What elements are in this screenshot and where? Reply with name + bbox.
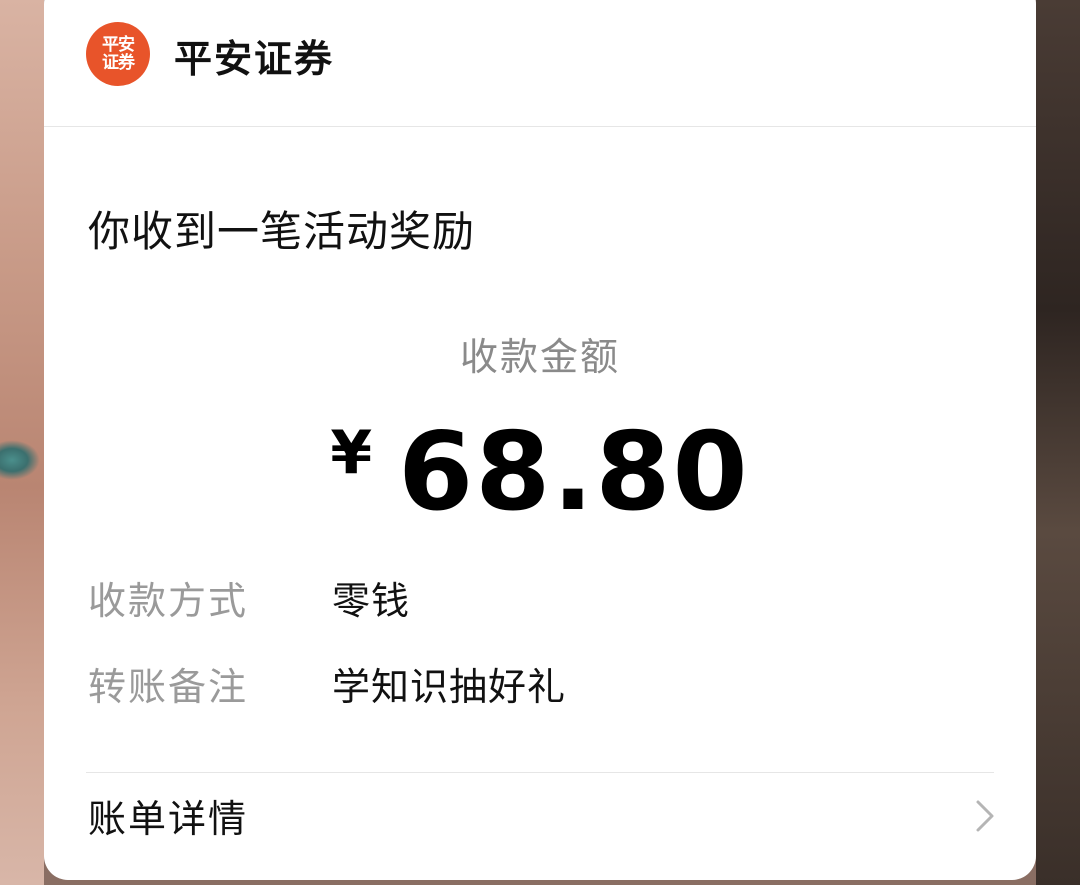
currency-symbol: ¥ [330,418,373,488]
brand-name: 平安证券 [174,37,335,81]
amount-display: ¥68.80 [44,410,1036,535]
bill-details-label: 账单详情 [88,797,249,841]
notification-card[interactable]: 平安 证券 平安证券 你收到一笔活动奖励 收款金额 ¥68.80 收款方式 零钱… [44,0,1036,880]
detail-value: 学知识抽好礼 [332,665,567,709]
bill-divider [86,772,994,773]
detail-key: 收款方式 [88,579,249,623]
background-right [1036,0,1080,885]
logo-line-2: 证券 [102,53,135,73]
detail-value: 零钱 [332,579,411,623]
brand-logo-icon: 平安 证券 [86,22,150,86]
amount-label: 收款金额 [459,335,620,379]
bill-details-link[interactable]: 账单详情 [44,774,1036,860]
amount-value: 68.80 [398,410,750,535]
header-divider [44,126,1036,127]
detail-row-payment-method: 收款方式 零钱 [88,570,988,623]
logo-line-1: 平安 [102,35,135,55]
detail-row-remark: 转账备注 学知识抽好礼 [88,656,988,709]
notice-title: 你收到一笔活动奖励 [88,207,476,256]
background-bracelet [0,440,40,480]
detail-key: 转账备注 [88,665,249,709]
chevron-right-icon [976,800,994,832]
card-header: 平安 证券 平安证券 [44,0,1036,126]
